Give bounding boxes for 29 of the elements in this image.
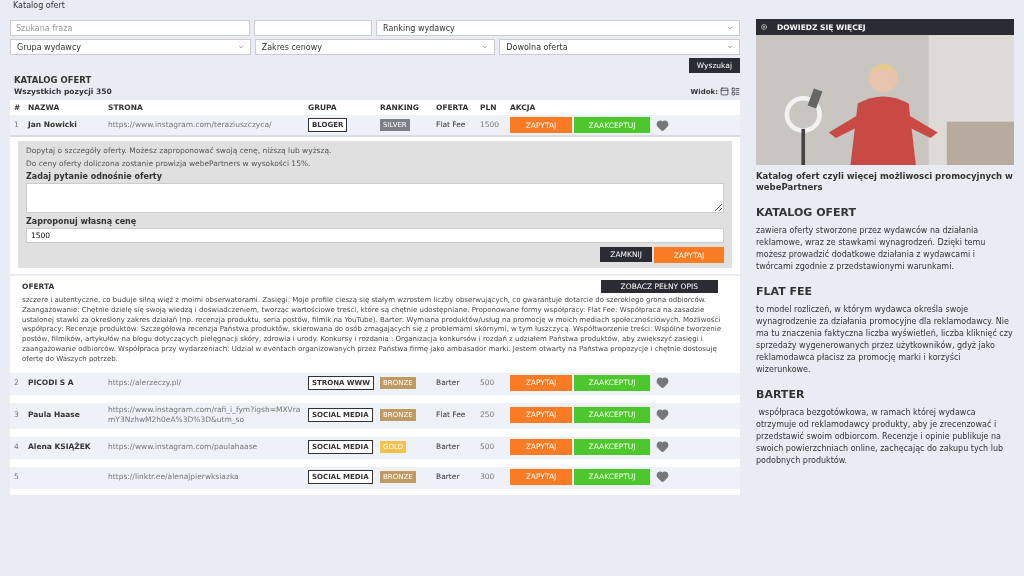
chevron-down-icon: [237, 44, 244, 50]
section-heading: KATALOG OFERT: [756, 205, 858, 219]
card-view-icon[interactable]: [720, 87, 729, 96]
heart-icon[interactable]: [656, 118, 669, 132]
price-select[interactable]: Zakres cenowy: [254, 39, 496, 55]
heart-icon[interactable]: [656, 408, 669, 422]
input-field[interactable]: [254, 20, 372, 36]
section-text: współpraca bezgotówkowa, w ramach której wydawca otrzymuje od reklamodawcy produkty, aby je zrecenzować i przedstawić swoim odbiorcom. Recenzje i opinie publikuje na swoich powierzchniach online, zachęcając do zakupu tych lub podobnych produktów.: [756, 406, 1005, 467]
section-text: to model rozliczeń, w którym wydawca określa swoje wynagrodzenie za działania promocyjne dla reklamodawcy. Nie ma tu znaczenia faktyczna liczba wyświetleń, liczba kliknięć czy sprzedaży wygenerowanych przez użytkowników, gdyż jako reklamodawca płacisz za promocję marki i korzyści wizerunkowe.: [756, 303, 1014, 376]
search-field[interactable]: Szukana fraza: [10, 20, 250, 36]
heart-icon[interactable]: [656, 440, 669, 454]
list-view-icon[interactable]: [731, 87, 740, 96]
heart-icon[interactable]: [656, 470, 669, 484]
question-field[interactable]: [26, 183, 724, 213]
ranking-select[interactable]: Ranking wydawcy: [376, 20, 740, 36]
offer-select[interactable]: Dowolna oferta: [499, 39, 740, 55]
heart-icon[interactable]: [656, 376, 669, 390]
section-heading: BARTER: [756, 387, 806, 401]
section-heading: FLAT FEE: [756, 284, 814, 298]
video-caption: Katalog ofert czyli więcej możliwosci promocyjnych w webePartners: [756, 171, 1014, 194]
page-title: Katalog ofert: [12, 0, 66, 11]
group-select[interactable]: Grupa wydawcy: [10, 39, 251, 55]
section-title: KATALOG OFERT: [14, 75, 93, 85]
chevron-down-icon: [727, 25, 733, 31]
field-label: Zaproponuj własną cenę: [26, 217, 138, 226]
chevron-down-icon: [727, 44, 733, 50]
chevron-down-icon: [482, 44, 489, 50]
field-label: Zadaj pytanie odnośnie oferty: [26, 172, 163, 181]
section-text: zawiera oferty stworzone przez wydawców na działania reklamowe, wraz ze stawkami wynagrodzeń. Dzięki temu możesz prowadzić dodatkowe działania z wydawcami i twórcami zgodnie z przedstawionymi warunkami.: [756, 224, 987, 273]
